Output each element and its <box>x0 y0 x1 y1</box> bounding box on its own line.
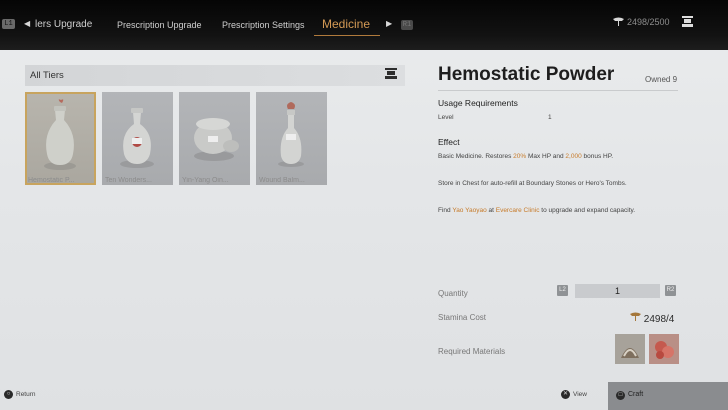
title-divider <box>438 90 678 91</box>
stamina-cost-value: 2498/4 <box>630 311 674 325</box>
item-card-ten-wonders[interactable]: Ten Wonders... <box>102 92 173 185</box>
square-button-icon: □ <box>616 391 625 400</box>
item-name: Ten Wonders... <box>105 177 152 184</box>
effect-text: Basic Medicine. Restores 20% Max HP and … <box>438 153 614 160</box>
shrine-icon[interactable] <box>681 15 694 31</box>
flower-material-icon <box>655 341 674 359</box>
tier-filter-bar[interactable]: All Tiers <box>25 65 405 86</box>
tab-prescription-settings[interactable]: Prescription Settings <box>222 20 305 30</box>
cross-button-icon: ✕ <box>561 390 570 399</box>
level-label: Level <box>438 114 454 121</box>
required-materials-label: Required Materials <box>438 347 506 356</box>
item-name: Hemostatic P... <box>28 177 75 184</box>
material-slot-2[interactable] <box>649 334 679 364</box>
quantity-decrease-button[interactable]: L2 <box>557 285 568 296</box>
stamina-cost-icon <box>630 312 641 325</box>
owned-count: Owned 9 <box>645 75 678 84</box>
medicine-bottle-icon <box>120 108 154 168</box>
herb-material-icon <box>621 348 639 358</box>
upgrade-hint-text: Find Yao Yaoyao at Evercare Clinic to up… <box>438 207 636 214</box>
quantity-label: Quantity <box>438 289 468 298</box>
item-card-yin-yang[interactable]: Yin-Yang Oin... <box>179 92 250 185</box>
quantity-field[interactable]: 1 <box>575 284 660 298</box>
medicine-vase-icon <box>44 99 76 170</box>
stamina-readout: 2498/2500 <box>627 17 670 27</box>
tier-filter-label: All Tiers <box>30 70 64 81</box>
r1-key-hint[interactable]: R1 <box>401 20 413 30</box>
quantity-increase-button[interactable]: R2 <box>665 285 676 296</box>
nav-right-arrow-icon[interactable]: ▶ <box>386 19 392 28</box>
top-nav-bar: L1 ◀ lers Upgrade Prescription Upgrade P… <box>0 0 728 50</box>
item-card-hemostatic-powder[interactable]: Hemostatic P... <box>25 92 96 185</box>
stamina-cost-label: Stamina Cost <box>438 313 487 322</box>
effect-header: Effect <box>438 137 460 147</box>
view-action[interactable]: ✕ View <box>561 390 587 410</box>
item-name: Yin-Yang Oin... <box>182 177 229 184</box>
stamina-icon <box>612 15 625 31</box>
craft-button[interactable]: □ Craft <box>608 382 728 410</box>
item-name: Wound Balm... <box>259 177 305 184</box>
usage-requirements-header: Usage Requirements <box>438 98 518 108</box>
active-tab-underline <box>314 35 380 36</box>
tab-medicine[interactable]: Medicine <box>322 17 370 31</box>
store-hint-text: Store in Chest for auto-refill at Bounda… <box>438 180 627 187</box>
item-title: Hemostatic Powder <box>438 64 615 85</box>
material-slot-1[interactable] <box>615 334 645 364</box>
medicine-jar-icon <box>194 118 239 161</box>
tab-prescription-upgrade[interactable]: Prescription Upgrade <box>117 20 202 30</box>
level-value: 1 <box>548 114 552 121</box>
shrine-filter-icon[interactable] <box>385 68 397 83</box>
tab-upgrade[interactable]: lers Upgrade <box>35 19 92 30</box>
return-action[interactable]: ○ Return <box>4 390 36 410</box>
l1-key-hint[interactable]: L1 <box>2 19 15 29</box>
item-card-wound-balm[interactable]: Wound Balm... <box>256 92 327 185</box>
medicine-flask-icon <box>278 102 304 167</box>
circle-button-icon: ○ <box>4 390 13 399</box>
nav-left-arrow-icon[interactable]: ◀ <box>24 19 30 28</box>
